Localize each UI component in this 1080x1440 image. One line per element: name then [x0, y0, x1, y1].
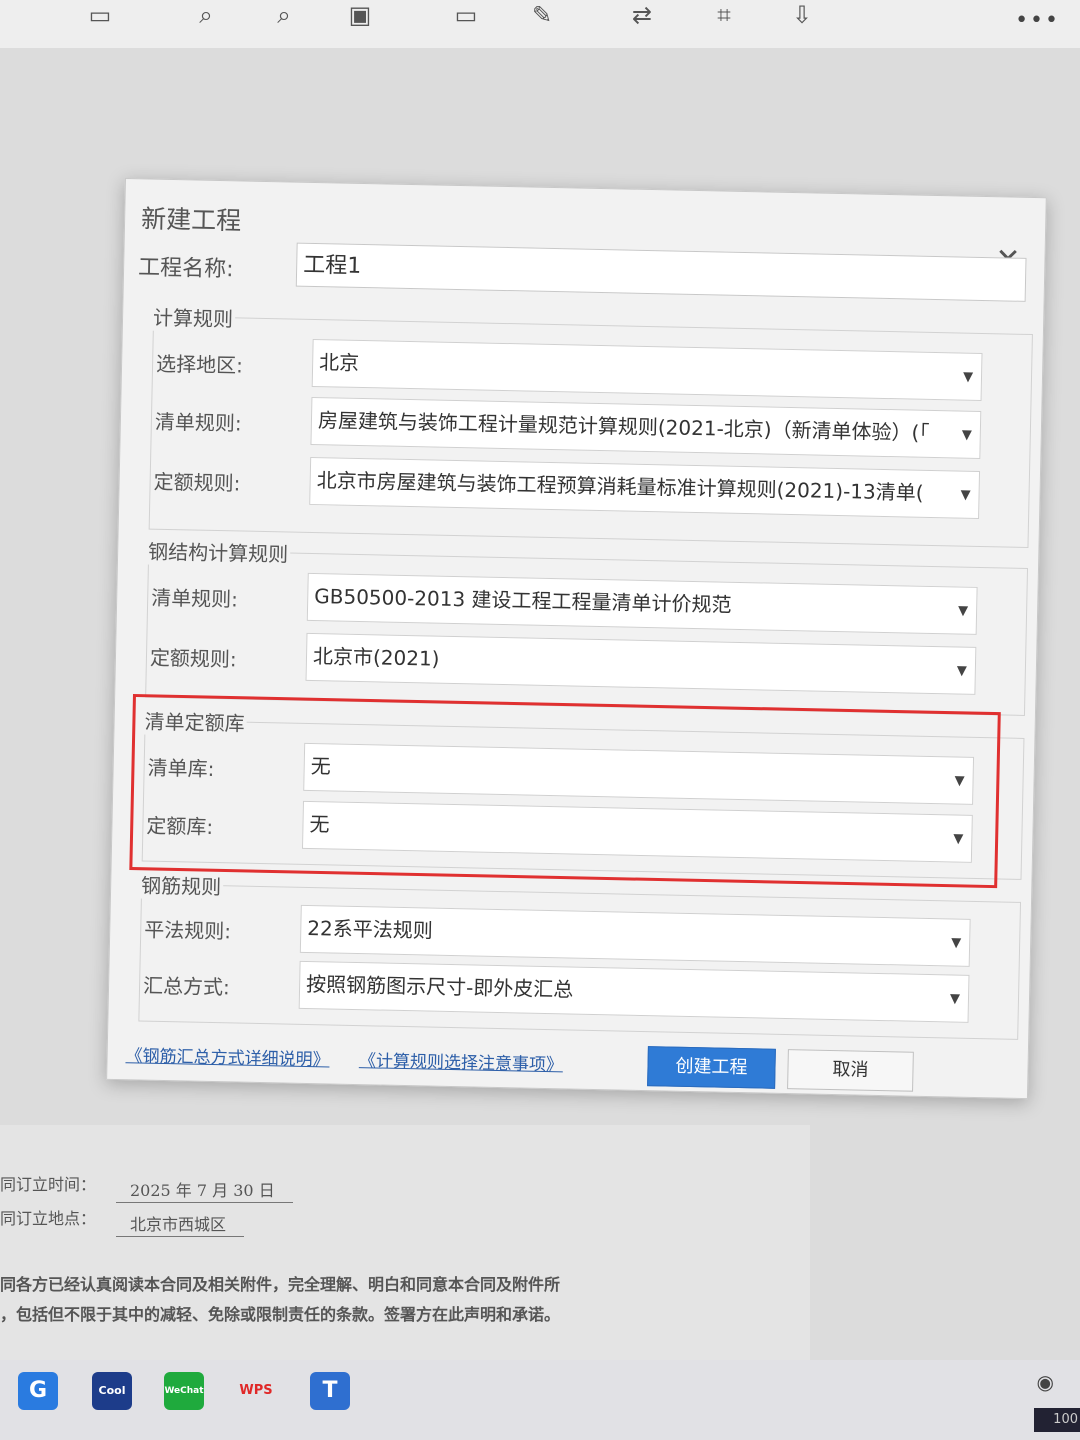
sign-place-label: 同订立地点：: [0, 1209, 97, 1228]
steel-rules-title: 钢结构计算规则: [145, 535, 291, 568]
chevron-down-icon: ▼: [957, 603, 969, 619]
rebar-rules-title: 钢筋规则: [138, 869, 224, 901]
flat-rule-label: 平法规则:: [144, 917, 232, 944]
chevron-down-icon: ▼: [962, 369, 974, 385]
steel-bill-rule-label: 清单规则:: [150, 585, 239, 612]
taskbar: G Cool WeChat WPS T ◉ 100: [0, 1360, 1080, 1440]
chevron-down-icon: ▼: [951, 935, 962, 951]
chevron-down-icon: ▼: [954, 773, 965, 789]
chevron-down-icon: ▼: [953, 831, 964, 847]
dialog-title: 新建工程: [140, 204, 242, 236]
chevron-down-icon: ▼: [960, 487, 971, 503]
summary-label: 汇总方式:: [142, 973, 231, 1000]
more-menu-icon[interactable]: •••: [1015, 8, 1060, 33]
create-project-button[interactable]: 创建工程: [647, 1046, 776, 1089]
taskbar-app-wps-icon[interactable]: WPS: [236, 1372, 276, 1410]
region-label: 选择地区:: [155, 351, 244, 378]
quota-lib-label: 定额库:: [146, 813, 214, 839]
taskbar-app-g-icon[interactable]: G: [18, 1372, 58, 1410]
search-icon[interactable]: ⌕: [190, 0, 222, 34]
rebar-summary-help-link[interactable]: 《钢筋汇总方式详细说明》: [125, 1046, 329, 1070]
summary-value: 按照钢筋图示尺寸-即外皮汇总: [305, 971, 574, 1002]
region-value: 北京: [318, 350, 360, 375]
doc-paragraph-line-1: 同各方已经认真阅读本合同及相关附件，完全理解、明白和同意本合同及附件所: [0, 1275, 561, 1294]
sign-time-label: 同订立时间：: [0, 1175, 97, 1194]
background-document: 同订立时间： 2025 年 7 月 30 日 同订立地点： 北京市西城区 同各方…: [0, 1125, 810, 1360]
doc-paragraph-line-2: ，包括但不限于其中的减轻、免除或限制责任的条款。签署方在此声明和承诺。: [0, 1305, 561, 1324]
chevron-down-icon: ▼: [949, 991, 961, 1007]
bill-rule-label: 清单规则:: [154, 409, 242, 436]
taskbar-app-cool-icon[interactable]: Cool: [92, 1372, 132, 1410]
translate-icon[interactable]: ⇄: [626, 0, 658, 34]
steel-bill-rule-value: GB50500-2013 建设工程工程量清单计价规范: [314, 584, 732, 617]
bill-lib-label: 清单库:: [147, 755, 215, 781]
quota-rule-label: 定额规则:: [153, 469, 241, 496]
new-project-dialog: 新建工程 ✕ 工程名称: 工程1 计算规则 选择地区: 北京 ▼ 清单规则: 房…: [106, 178, 1047, 1100]
grid-icon[interactable]: ▭: [84, 0, 116, 34]
frame-icon[interactable]: ▭: [450, 0, 482, 34]
flat-rule-value: 22系平法规则: [307, 915, 434, 943]
bill-lib-value: 无: [310, 754, 331, 779]
project-name-label: 工程名称:: [137, 255, 234, 283]
export-icon[interactable]: ⇩: [786, 0, 818, 34]
chevron-down-icon: ▼: [961, 427, 972, 443]
edit-icon[interactable]: ✎: [526, 0, 558, 34]
taskbar-app-wechat-icon[interactable]: WeChat: [164, 1372, 204, 1410]
steel-quota-rule-label: 定额规则:: [149, 645, 237, 672]
eye-icon[interactable]: ◉: [1037, 1370, 1054, 1394]
chevron-down-icon: ▼: [956, 663, 968, 679]
calc-rules-title: 计算规则: [150, 301, 236, 333]
help-links: 《钢筋汇总方式详细说明》 《计算规则选择注意事项》: [125, 1041, 587, 1076]
steel-quota-rule-value: 北京市(2021): [312, 644, 440, 671]
calc-rule-notes-link[interactable]: 《计算规则选择注意事项》: [359, 1051, 563, 1075]
library-title: 清单定额库: [142, 705, 247, 737]
sign-time-value: 2025 年 7 月 30 日: [116, 1177, 293, 1203]
cancel-button[interactable]: 取消: [787, 1049, 914, 1092]
battery-indicator: 100: [1034, 1408, 1080, 1432]
page-icon[interactable]: ▣: [344, 0, 376, 34]
project-name-input[interactable]: 工程1: [295, 242, 1027, 302]
quota-lib-value: 无: [309, 812, 330, 837]
sign-place-value: 北京市西城区: [116, 1211, 245, 1237]
viewer-toolbar: ▭ ⌕ ⌕ ▣ ▭ ✎ ⇄ ⌗ ⇩ •••: [0, 0, 1080, 48]
zoom-icon[interactable]: ⌕: [268, 0, 300, 34]
ocr-icon[interactable]: ⌗: [708, 0, 740, 34]
taskbar-app-t-icon[interactable]: T: [310, 1372, 350, 1410]
